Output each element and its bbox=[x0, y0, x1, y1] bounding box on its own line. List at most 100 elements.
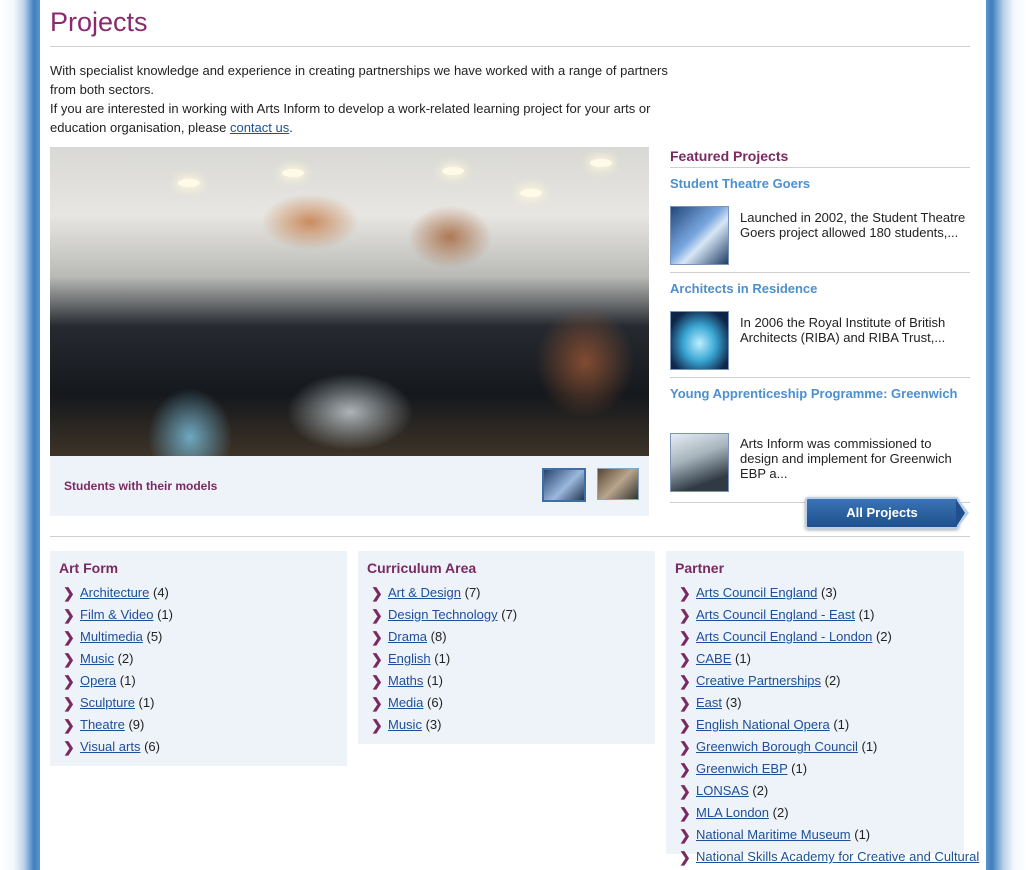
facet-link[interactable]: English National Opera bbox=[696, 717, 830, 732]
chevron-right-icon: ❯ bbox=[371, 607, 383, 623]
facet-item: ❯ Multimedia (5) bbox=[63, 628, 173, 650]
facet-count: (2) bbox=[752, 783, 769, 798]
featured-heading: Featured Projects bbox=[670, 147, 970, 168]
facet-count: (1) bbox=[858, 607, 875, 622]
facet-link[interactable]: Film & Video bbox=[80, 607, 153, 622]
project-thumbnail-icon[interactable] bbox=[670, 311, 729, 370]
facet-link[interactable]: Media bbox=[388, 695, 423, 710]
chevron-right-icon: ❯ bbox=[63, 651, 75, 667]
facet-count: (9) bbox=[128, 717, 145, 732]
chevron-right-icon: ❯ bbox=[371, 651, 383, 667]
facet-link[interactable]: Music bbox=[388, 717, 422, 732]
featured-projects: Featured Projects Student Theatre Goers … bbox=[670, 147, 970, 503]
facet-link[interactable]: Opera bbox=[80, 673, 116, 688]
facet-item: ❯ Media (6) bbox=[371, 694, 517, 716]
facet-count: (4) bbox=[153, 585, 169, 600]
facet-item: ❯ Music (3) bbox=[371, 716, 517, 738]
featured-project-item: Young Apprenticeship Programme: Greenwic… bbox=[670, 385, 970, 503]
facet-link[interactable]: Theatre bbox=[80, 717, 125, 732]
featured-project-item: Student Theatre Goers Launched in 2002, … bbox=[670, 175, 970, 273]
facet-link[interactable]: Arts Council England bbox=[696, 585, 817, 600]
facet-link[interactable]: Architecture bbox=[80, 585, 149, 600]
facet-count: (7) bbox=[501, 607, 518, 622]
facet-link[interactable]: MLA London bbox=[696, 805, 769, 820]
intro-paragraph-2: If you are interested in working with Ar… bbox=[50, 99, 680, 137]
featured-project-title[interactable]: Young Apprenticeship Programme: Greenwic… bbox=[670, 385, 970, 403]
chevron-right-icon: ❯ bbox=[679, 739, 691, 755]
facet-link[interactable]: East bbox=[696, 695, 722, 710]
chevron-right-icon: ❯ bbox=[679, 761, 691, 777]
facet-count: (1) bbox=[138, 695, 155, 710]
photo-students-icon bbox=[50, 147, 649, 456]
contact-us-link[interactable]: contact us bbox=[230, 120, 289, 135]
gallery-thumbnail-2[interactable] bbox=[597, 468, 639, 500]
facet-link[interactable]: Creative Partnerships bbox=[696, 673, 821, 688]
facet-heading: Curriculum Area bbox=[367, 560, 477, 576]
chevron-right-icon: ❯ bbox=[63, 739, 75, 755]
facet-link[interactable]: National Skills Academy for Creative and… bbox=[696, 849, 979, 864]
facet-link[interactable]: Design Technology bbox=[388, 607, 498, 622]
facet-link[interactable]: English bbox=[388, 651, 431, 666]
facet-count: (1) bbox=[427, 673, 443, 688]
facet-link[interactable]: Arts Council England - London bbox=[696, 629, 872, 644]
chevron-right-icon: ❯ bbox=[63, 673, 75, 689]
facet-item: ❯ Arts Council England - London (2) bbox=[679, 628, 979, 650]
chevron-right-icon: ❯ bbox=[679, 783, 691, 799]
chevron-right-icon: ❯ bbox=[679, 629, 691, 645]
facet-item: ❯ MLA London (2) bbox=[679, 804, 979, 826]
facet-art-form: Art Form ❯ Architecture (4) ❯ Film & Video… bbox=[50, 551, 347, 766]
facet-item: ❯ Creative Partnerships (2) bbox=[679, 672, 979, 694]
facet-link[interactable]: Music bbox=[80, 651, 114, 666]
facet-item: ❯ Art & Design (7) bbox=[371, 584, 517, 606]
facet-count: (2) bbox=[117, 651, 134, 666]
facet-item: ❯ National Skills Academy for Creative an… bbox=[679, 848, 979, 870]
facet-count: (1) bbox=[119, 673, 136, 688]
facet-link[interactable]: Maths bbox=[388, 673, 423, 688]
hero-gallery: Students with their models bbox=[50, 147, 649, 516]
facet-count: (8) bbox=[430, 629, 447, 644]
facet-link[interactable]: Visual arts bbox=[80, 739, 140, 754]
chevron-right-icon: ❯ bbox=[679, 805, 691, 821]
facet-link[interactable]: National Maritime Museum bbox=[696, 827, 851, 842]
facet-link[interactable]: Sculpture bbox=[80, 695, 135, 710]
facet-count: (1) bbox=[735, 651, 751, 666]
facet-item: ❯ Greenwich Borough Council (1) bbox=[679, 738, 979, 760]
facet-item: ❯ East (3) bbox=[679, 694, 979, 716]
chevron-right-icon: ❯ bbox=[679, 849, 691, 865]
facet-link[interactable]: Drama bbox=[388, 629, 427, 644]
facet-link[interactable]: Art & Design bbox=[388, 585, 461, 600]
facet-item: ❯ Drama (8) bbox=[371, 628, 517, 650]
project-thumbnail-icon[interactable] bbox=[670, 433, 729, 492]
facet-count: (1) bbox=[157, 607, 173, 622]
project-thumbnail-icon[interactable] bbox=[670, 206, 729, 265]
facet-count: (1) bbox=[434, 651, 451, 666]
facet-link[interactable]: Greenwich Borough Council bbox=[696, 739, 858, 754]
featured-project-title[interactable]: Architects in Residence bbox=[670, 280, 970, 298]
all-projects-button[interactable]: All Projects bbox=[805, 497, 969, 529]
facet-item: ❯ Sculpture (1) bbox=[63, 694, 173, 716]
caption-bar: Students with their models bbox=[50, 456, 649, 516]
facet-count: (3) bbox=[425, 717, 442, 732]
title-divider bbox=[50, 46, 970, 47]
facet-item: ❯ CABE (1) bbox=[679, 650, 979, 672]
facet-item: ❯ Opera (1) bbox=[63, 672, 173, 694]
main-content: Projects With specialist knowledge and e… bbox=[40, 0, 986, 865]
facet-item: ❯ Maths (1) bbox=[371, 672, 517, 694]
chevron-right-icon: ❯ bbox=[679, 717, 691, 733]
chevron-right-icon: ❯ bbox=[679, 607, 691, 623]
facet-link[interactable]: Greenwich EBP bbox=[696, 761, 788, 776]
gallery-thumbnail-1[interactable] bbox=[542, 468, 586, 502]
facet-link[interactable]: CABE bbox=[696, 651, 731, 666]
facet-link[interactable]: Arts Council England - East bbox=[696, 607, 855, 622]
featured-project-title[interactable]: Student Theatre Goers bbox=[670, 175, 970, 193]
facet-count: (5) bbox=[146, 629, 163, 644]
facet-item: ❯ National Maritime Museum (1) bbox=[679, 826, 979, 848]
featured-project-desc: Arts Inform was commissioned to design a… bbox=[740, 436, 952, 481]
facet-item: ❯ Theatre (9) bbox=[63, 716, 173, 738]
intro-text-before-link: If you are interested in working with Ar… bbox=[50, 101, 651, 135]
facet-count: (2) bbox=[772, 805, 789, 820]
facet-link[interactable]: Multimedia bbox=[80, 629, 143, 644]
chevron-right-icon: ❯ bbox=[679, 673, 691, 689]
facet-link[interactable]: LONSAS bbox=[696, 783, 749, 798]
chevron-right-icon: ❯ bbox=[371, 585, 383, 601]
